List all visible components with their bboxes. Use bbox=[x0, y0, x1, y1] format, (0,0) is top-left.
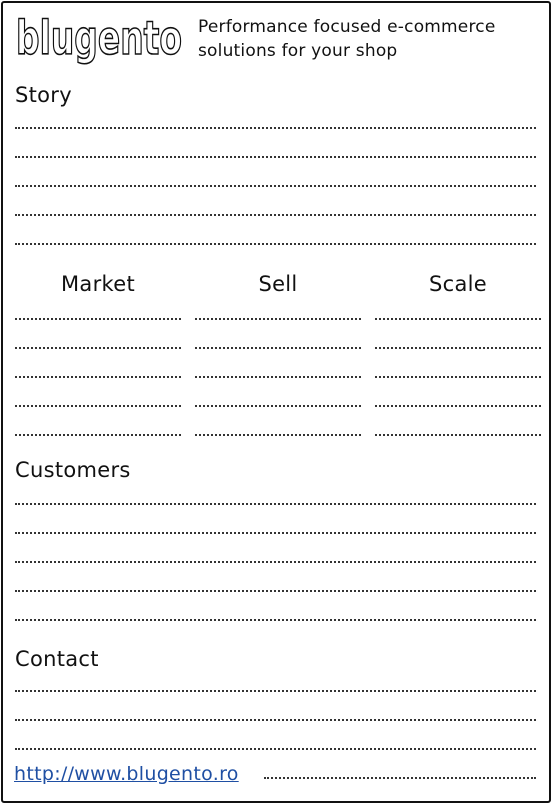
scale-line bbox=[375, 405, 541, 407]
contact-line bbox=[15, 748, 536, 750]
website-link[interactable]: http://www.blugento.ro bbox=[14, 762, 239, 786]
scale-line bbox=[375, 434, 541, 436]
story-line bbox=[15, 156, 536, 158]
customers-line bbox=[15, 561, 536, 563]
scale-line bbox=[375, 376, 541, 378]
story-line bbox=[15, 214, 536, 216]
market-line bbox=[15, 434, 181, 436]
contact-line bbox=[264, 777, 536, 779]
scale-line bbox=[375, 347, 541, 349]
sell-line bbox=[195, 347, 361, 349]
story-line bbox=[15, 127, 536, 129]
svg-text:blugento: blugento bbox=[16, 11, 182, 65]
logo-wordmark: blugento bbox=[15, 10, 183, 66]
customers-line bbox=[15, 590, 536, 592]
sell-heading: Sell bbox=[258, 272, 298, 296]
contact-line bbox=[15, 690, 536, 692]
sell-line bbox=[195, 405, 361, 407]
customers-heading: Customers bbox=[15, 458, 131, 482]
blugento-logo: blugento bbox=[14, 8, 186, 70]
scale-line bbox=[375, 318, 541, 320]
contact-heading: Contact bbox=[15, 647, 99, 671]
market-line bbox=[15, 318, 181, 320]
market-line bbox=[15, 347, 181, 349]
story-line bbox=[15, 243, 536, 245]
tagline: Performance focused e-commerce solutions… bbox=[198, 17, 496, 61]
customers-line bbox=[15, 503, 536, 505]
story-heading: Story bbox=[15, 83, 72, 107]
page-frame bbox=[1, 1, 551, 803]
story-line bbox=[15, 185, 536, 187]
sell-line bbox=[195, 318, 361, 320]
customers-line bbox=[15, 532, 536, 534]
sell-line bbox=[195, 434, 361, 436]
scale-heading: Scale bbox=[429, 272, 487, 296]
sell-line bbox=[195, 376, 361, 378]
customers-line bbox=[15, 619, 536, 621]
market-line bbox=[15, 376, 181, 378]
contact-line bbox=[15, 719, 536, 721]
market-heading: Market bbox=[61, 272, 135, 296]
market-line bbox=[15, 405, 181, 407]
